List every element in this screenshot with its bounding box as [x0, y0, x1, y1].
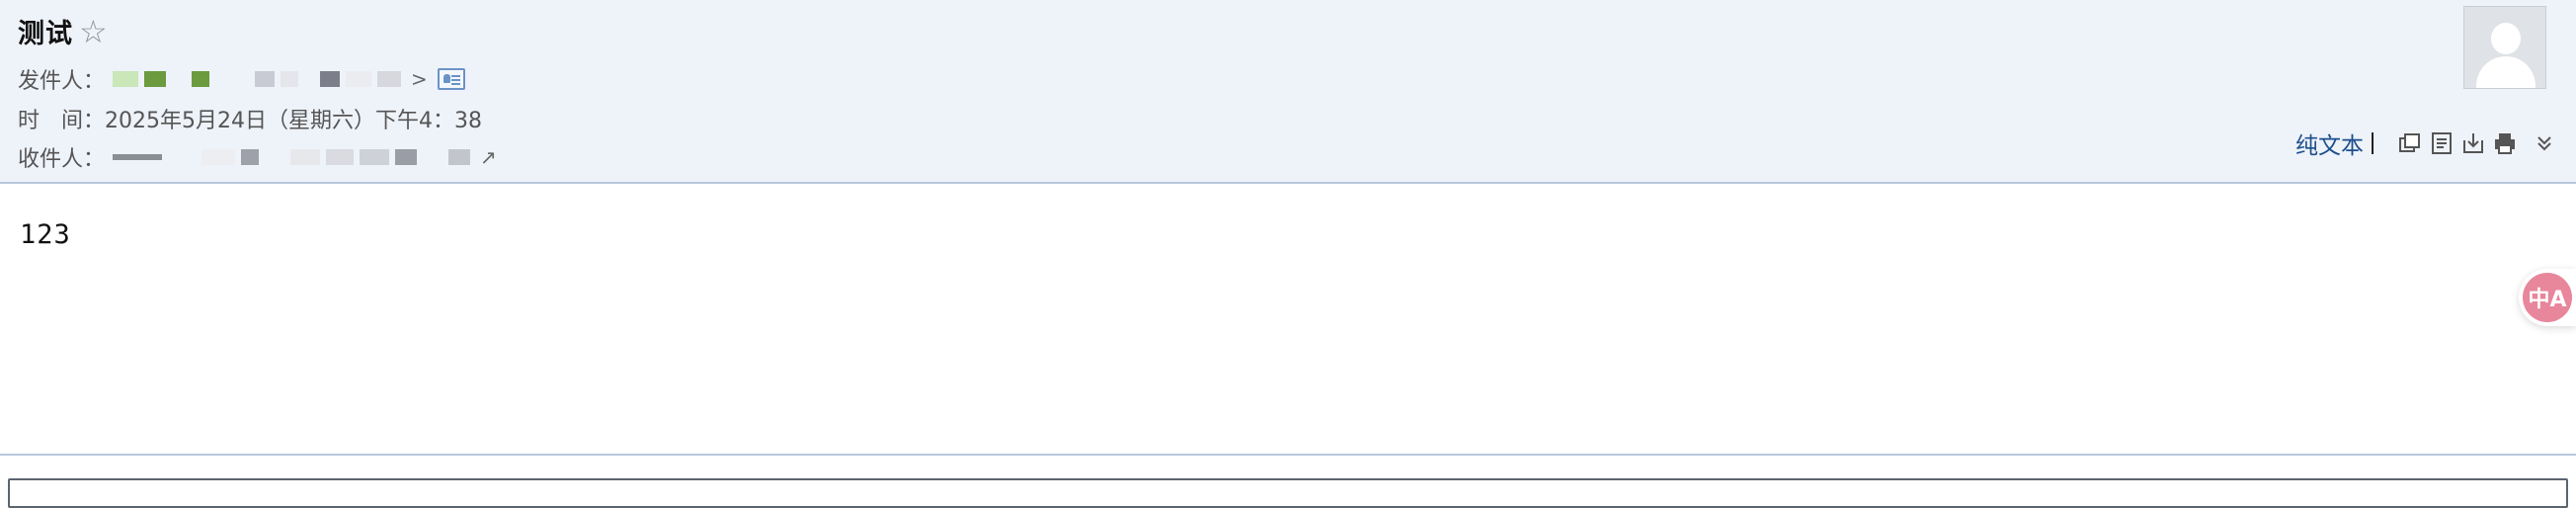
translate-button[interactable]: 中A: [2519, 269, 2576, 326]
time-row: 时 间： 2025年5月24日（星期六）下午4：38: [18, 103, 482, 134]
toolbar-separator: [2372, 132, 2374, 154]
new-window-icon[interactable]: [2397, 130, 2423, 156]
print-icon[interactable]: [2492, 130, 2518, 156]
time-value: 2025年5月24日（星期六）下午4：38: [105, 109, 482, 133]
expand-icon[interactable]: [2532, 130, 2557, 156]
text-view-icon[interactable]: [2429, 130, 2455, 156]
recipient-label: 收件人：: [18, 147, 106, 172]
download-icon[interactable]: [2460, 130, 2486, 156]
sender-end-bracket: >: [411, 67, 428, 91]
mail-subject: 测试: [18, 19, 73, 49]
translate-icon: 中A: [2523, 273, 2572, 322]
recipient-address-redacted[interactable]: ↗: [113, 145, 497, 169]
sender-avatar[interactable]: [2463, 6, 2546, 89]
plain-text-button[interactable]: 纯文本: [2295, 127, 2364, 160]
recipient-row: 收件人： ↗: [18, 141, 497, 173]
sender-label: 发件人：: [18, 69, 106, 94]
mail-toolbar: 纯文本: [2295, 127, 2557, 160]
star-icon[interactable]: ☆: [79, 16, 108, 47]
contact-card-icon[interactable]: [437, 68, 465, 90]
time-label: 时 间：: [18, 109, 106, 133]
recipient-end-bracket: ↗: [480, 145, 497, 169]
quick-reply-input[interactable]: [8, 478, 2568, 508]
body-divider: [0, 454, 2576, 456]
mail-body: 123: [20, 219, 71, 250]
mail-header: 测试 ☆ 发件人： > 时 间： 2025年5月24日（星期六）下午4：38 收…: [0, 0, 2576, 184]
subject-row: 测试 ☆: [18, 12, 108, 50]
sender-row: 发件人： >: [18, 63, 465, 95]
sender-address-redacted[interactable]: >: [113, 67, 428, 91]
